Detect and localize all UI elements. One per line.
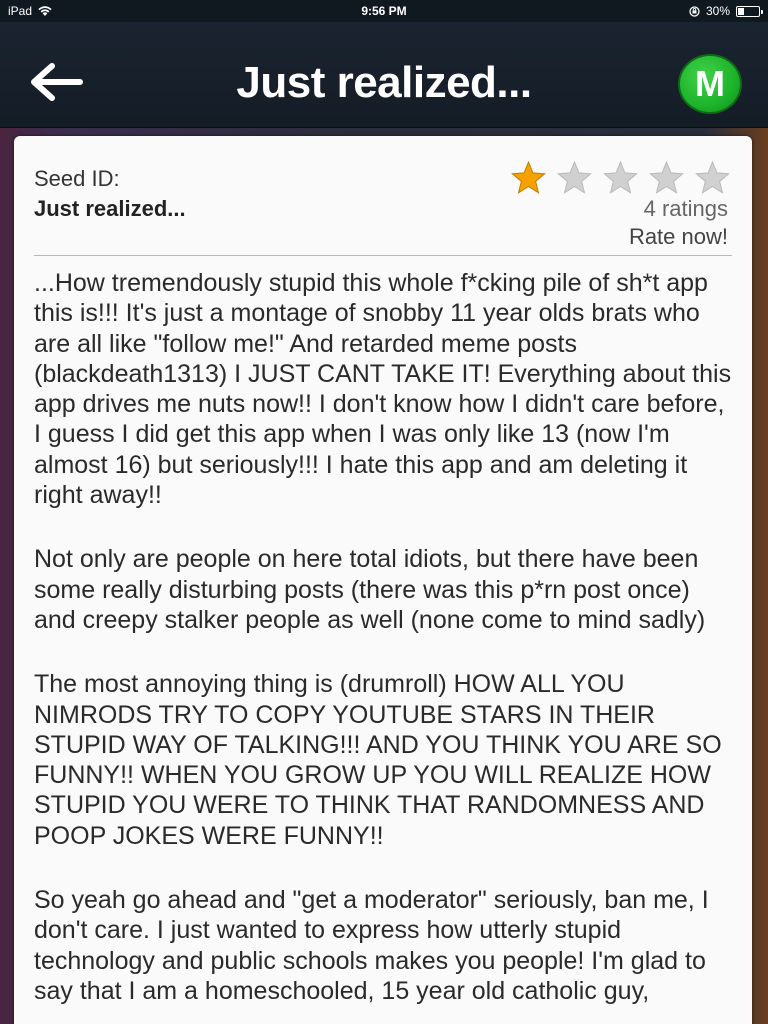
wifi-icon	[38, 6, 52, 16]
star-empty-icon[interactable]	[555, 160, 594, 196]
logo-letter: M	[695, 63, 725, 104]
post-body: ...How tremendously stupid this whole f*…	[34, 256, 732, 1006]
battery-icon	[736, 5, 763, 17]
ratings-count: 4 ratings	[643, 196, 728, 221]
status-bar: iPad 9:56 PM 30%	[0, 0, 768, 22]
star-rating[interactable]	[509, 160, 732, 196]
star-filled-icon[interactable]	[509, 160, 548, 196]
star-empty-icon[interactable]	[693, 160, 732, 196]
star-empty-icon[interactable]	[647, 160, 686, 196]
post-header: Seed ID: Just realized... 4 ratings Rate…	[34, 150, 732, 250]
left-arrow-icon	[31, 63, 83, 101]
seed-id-label: Seed ID:	[34, 166, 120, 191]
post-paragraph: The most annoying thing is (drumroll) HO…	[34, 670, 722, 850]
post-paragraph: ...How tremendously stupid this whole f*…	[34, 269, 732, 510]
status-time: 9:56 PM	[361, 4, 407, 18]
page-title: Just realized...	[236, 58, 532, 107]
nav-bar: Just realized... M	[0, 22, 768, 128]
app-logo-button[interactable]: M	[678, 54, 742, 114]
star-empty-icon[interactable]	[601, 160, 640, 196]
status-right: 30%	[689, 4, 763, 18]
rotation-lock-icon	[689, 5, 700, 17]
status-left: iPad	[8, 4, 52, 18]
back-button[interactable]	[26, 59, 86, 105]
device-name: iPad	[8, 4, 33, 18]
seed-id-value: Just realized...	[34, 196, 186, 221]
battery-percent: 30%	[705, 4, 730, 18]
rate-now-link[interactable]: Rate now!	[629, 224, 728, 250]
post-paragraph: So yeah go ahead and "get a moderator" s…	[34, 886, 709, 1005]
post-card: Seed ID: Just realized... 4 ratings Rate…	[14, 136, 752, 1024]
post-paragraph: Not only are people on here total idiots…	[34, 545, 706, 634]
